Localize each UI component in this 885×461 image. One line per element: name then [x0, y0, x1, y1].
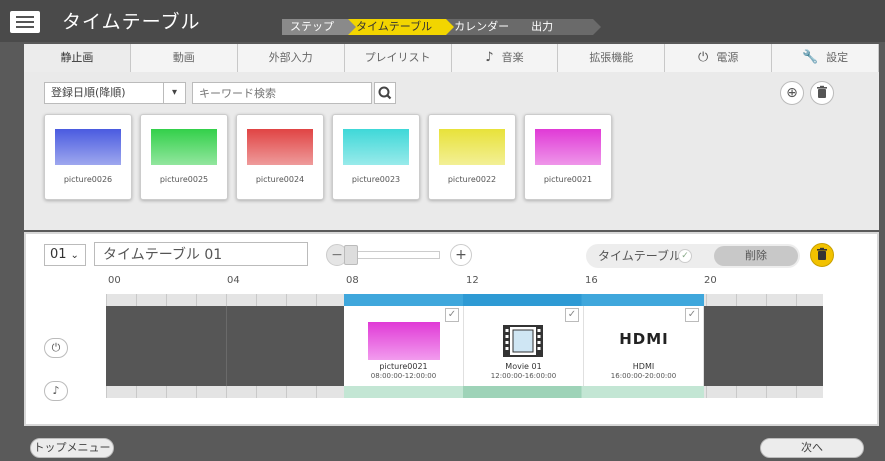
tab-settings[interactable]: 🔧 設定 [772, 44, 879, 72]
thumbnail-image [439, 129, 505, 165]
media-thumbnail[interactable]: picture0022 [428, 114, 516, 200]
block-thumbnail [368, 322, 440, 360]
chevron-down-icon: ⌄ [70, 250, 79, 261]
next-button[interactable]: 次へ [760, 438, 864, 458]
thumbnail-label: picture0024 [255, 175, 305, 184]
music-note-icon: ♪ [485, 50, 494, 65]
check-icon[interactable]: ✓ [445, 308, 459, 322]
page-title: タイムテーブル [62, 11, 201, 33]
hdmi-logo-icon: HDMI [619, 330, 669, 348]
tab-power[interactable]: ⏻ 電源 [665, 44, 773, 72]
thumbnail-label: picture0021 [543, 175, 593, 184]
schedule-bar [344, 294, 704, 306]
trash-icon [817, 85, 827, 98]
step-label: ステップ [282, 19, 356, 35]
thumbnail-label: picture0023 [351, 175, 401, 184]
music-schedule-bar [344, 386, 704, 398]
tab-still-image[interactable]: 静止画 [24, 44, 131, 72]
media-thumbnail[interactable]: picture0025 [140, 114, 228, 200]
delete-media-button[interactable] [810, 81, 834, 105]
thumbnail-label: picture0026 [63, 175, 113, 184]
step-output: 出力 [523, 19, 602, 35]
schedule-block-hdmi[interactable]: HDMI ✓ HDMI 16:00:00-20:00:00 [584, 306, 704, 386]
add-button[interactable]: ⊕ [780, 81, 804, 105]
step-calendar: カレンダー [446, 19, 532, 35]
step-timetable: タイムテーブル [348, 19, 455, 35]
chevron-down-icon: ▾ [163, 83, 185, 103]
hour-divider [226, 306, 227, 386]
music-note-icon: ♪ [52, 384, 60, 397]
thumbnail-image [55, 129, 121, 165]
hour-label: 00 [108, 275, 121, 286]
hour-label: 12 [466, 275, 479, 286]
sort-select[interactable]: 登録日順(降順) ▾ [44, 82, 186, 104]
minus-icon: − [331, 247, 343, 263]
media-thumbnail[interactable]: picture0026 [44, 114, 132, 200]
media-thumbnail[interactable]: picture0024 [236, 114, 324, 200]
timetable-toggle[interactable]: タイムテーブル ✓ 削除 [586, 244, 800, 268]
timetable-name-field[interactable] [94, 242, 308, 266]
tab-video[interactable]: 動画 [130, 44, 238, 72]
tab-extensions[interactable]: 拡張機能 [558, 44, 666, 72]
thumbnail-image [535, 129, 601, 165]
zoom-in-button[interactable]: + [450, 244, 472, 266]
zoom-slider-track[interactable] [352, 251, 440, 259]
delete-timetable-button[interactable] [810, 243, 834, 267]
hour-label: 04 [227, 275, 240, 286]
film-icon [503, 325, 543, 357]
thumbnail-label: picture0025 [159, 175, 209, 184]
menu-icon[interactable] [10, 11, 40, 33]
media-thumbnail[interactable]: picture0021 [524, 114, 612, 200]
tab-bar: 静止画 動画 外部入力 プレイリスト ♪ 音楽 拡張機能 ⏻ 電源 🔧 設定 [24, 44, 879, 72]
tab-playlist[interactable]: プレイリスト [344, 44, 452, 72]
power-icon: ⏻ [51, 341, 61, 354]
check-icon[interactable]: ✓ [565, 308, 579, 322]
hour-label: 08 [346, 275, 359, 286]
thumbnail-image [247, 129, 313, 165]
power-icon: ⏻ [698, 50, 709, 65]
hour-label: 20 [704, 275, 717, 286]
check-icon[interactable]: ✓ [685, 308, 699, 322]
plus-icon: ⊕ [786, 85, 798, 101]
thumbnail-label: picture0022 [447, 175, 497, 184]
search-input[interactable] [192, 82, 372, 104]
schedule-block-picture[interactable]: ✓ picture0021 08:00:00-12:00:00 [344, 306, 464, 386]
media-thumbnail[interactable]: picture0023 [332, 114, 420, 200]
wrench-icon: 🔧 [801, 50, 819, 65]
plus-icon: + [455, 247, 467, 263]
power-schedule-button[interactable]: ⏻ [44, 338, 68, 358]
timetable-number-select[interactable]: 01 ⌄ [44, 244, 86, 266]
check-icon: ✓ [678, 249, 692, 263]
schedule-block-movie[interactable]: ✓ Movie 01 12:00:00-16:00:00 [464, 306, 584, 386]
thumbnail-image [151, 129, 217, 165]
music-schedule-button[interactable]: ♪ [44, 381, 68, 401]
tab-external-input[interactable]: 外部入力 [237, 44, 345, 72]
search-button[interactable] [374, 82, 396, 104]
top-menu-button[interactable]: トップメニュー [30, 438, 114, 458]
trash-icon [817, 247, 827, 260]
delete-button[interactable]: 削除 [714, 246, 798, 266]
step-indicator: ステップ タイムテーブル カレンダー 出力 [282, 19, 602, 35]
thumbnail-image [343, 129, 409, 165]
hour-label: 16 [585, 275, 598, 286]
search-icon [378, 86, 392, 100]
tab-music[interactable]: ♪ 音楽 [451, 44, 559, 72]
zoom-slider-handle[interactable] [344, 245, 358, 265]
